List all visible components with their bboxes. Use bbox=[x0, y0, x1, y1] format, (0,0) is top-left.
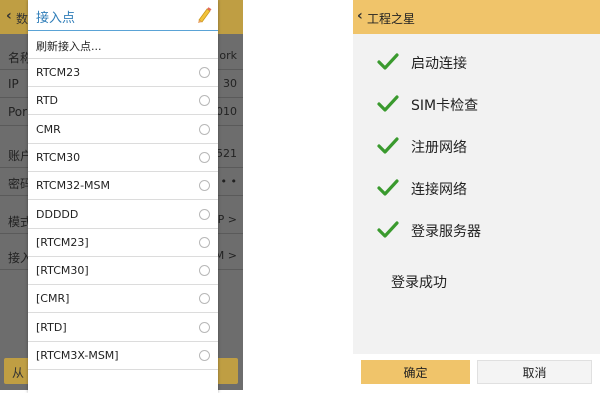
refresh-access-points-item[interactable]: 刷新接入点... bbox=[28, 31, 218, 59]
row-value: 521 bbox=[216, 147, 237, 160]
radio-button-icon[interactable] bbox=[199, 350, 210, 361]
back-chevron-icon[interactable]: ‹ bbox=[357, 8, 363, 24]
radio-button-icon[interactable] bbox=[199, 236, 210, 248]
access-point-option[interactable]: RTD bbox=[28, 87, 218, 116]
option-label: RTD bbox=[36, 94, 59, 108]
radio-button-icon[interactable] bbox=[199, 265, 210, 277]
access-point-option[interactable]: RTCM32-MSM bbox=[28, 172, 218, 201]
option-label: [RTCM30] bbox=[36, 264, 89, 278]
step-label: 连接网络 bbox=[411, 182, 467, 198]
radio-button-icon[interactable] bbox=[199, 208, 210, 220]
radio-button-icon[interactable] bbox=[199, 151, 210, 163]
radio-button-icon[interactable] bbox=[199, 95, 210, 107]
row-value: ork bbox=[219, 49, 237, 62]
option-label: [CMR] bbox=[36, 292, 70, 306]
row-value: 30 bbox=[223, 77, 237, 90]
connection-step: 启动连接 bbox=[353, 48, 600, 78]
row-value: • • bbox=[220, 175, 237, 188]
dialog-footer: 确定 取消 bbox=[353, 354, 600, 393]
option-label: [RTCM23] bbox=[36, 235, 89, 249]
step-label: 登录服务器 bbox=[411, 224, 481, 240]
access-point-option[interactable]: [RTD] bbox=[28, 314, 218, 342]
step-label: 启动连接 bbox=[411, 56, 467, 72]
checkmark-icon bbox=[377, 95, 399, 112]
app-title: 工程之星 bbox=[367, 12, 416, 26]
app-header: ‹ 工程之星 bbox=[353, 0, 600, 34]
option-label: RTCM30 bbox=[36, 150, 81, 164]
row-label: IP bbox=[8, 77, 19, 91]
option-label: DDDDD bbox=[36, 207, 79, 221]
access-point-option[interactable]: RTCM23 bbox=[28, 59, 218, 87]
access-point-option[interactable]: CMR bbox=[28, 116, 218, 144]
access-point-option[interactable]: [RTCM23] bbox=[28, 229, 218, 257]
access-point-option[interactable]: [RTCM30] bbox=[28, 257, 218, 286]
radio-button-icon[interactable] bbox=[199, 67, 210, 78]
option-label: CMR bbox=[36, 122, 61, 136]
radio-button-icon[interactable] bbox=[199, 293, 210, 305]
connection-step: 连接网络 bbox=[353, 174, 600, 204]
option-label: RTCM32-MSM bbox=[36, 179, 111, 193]
radio-button-icon[interactable] bbox=[199, 321, 210, 333]
row-label: Por bbox=[8, 105, 28, 119]
checkmark-icon bbox=[377, 53, 399, 70]
background-button-label: 从 bbox=[12, 366, 25, 380]
access-point-option[interactable]: [CMR] bbox=[28, 285, 218, 314]
checkmark-icon bbox=[377, 137, 399, 154]
access-point-option[interactable]: [RTCM3X-MSM] bbox=[28, 342, 218, 370]
right-phone-screen: ‹ 工程之星 启动连接 SIM卡检查 注册网络连接网络登录服务器 登录成功 确定 取… bbox=[353, 0, 600, 393]
access-point-option[interactable]: RTCM30 bbox=[28, 144, 218, 172]
option-label: [RTD] bbox=[36, 320, 67, 334]
dialog-header: 接入点 bbox=[28, 0, 218, 30]
access-point-option[interactable]: DDDDD bbox=[28, 201, 218, 229]
pencil-icon[interactable] bbox=[196, 6, 212, 24]
refresh-label: 刷新接入点... bbox=[36, 40, 102, 53]
confirm-button[interactable]: 确定 bbox=[361, 360, 470, 384]
row-value: 010 bbox=[216, 105, 237, 118]
checkmark-icon bbox=[377, 221, 399, 238]
cancel-button[interactable]: 取消 bbox=[477, 360, 592, 384]
back-chevron-icon: ‹ bbox=[6, 8, 12, 24]
step-label: SIM卡检查 bbox=[411, 98, 479, 114]
step-label: 注册网络 bbox=[411, 140, 467, 156]
radio-button-icon[interactable] bbox=[199, 180, 210, 192]
connection-steps-panel: 启动连接 SIM卡检查 注册网络连接网络登录服务器 登录成功 bbox=[353, 34, 600, 354]
access-point-dialog: 接入点 刷新接入点... RTCM23 RTD CMR RTCM30 RTCM32-MS… bbox=[28, 0, 218, 393]
connection-step: SIM卡检查 bbox=[353, 90, 600, 120]
option-label: [RTCM3X-MSM] bbox=[36, 349, 119, 362]
checkmark-icon bbox=[377, 179, 399, 196]
login-result-text: 登录成功 bbox=[391, 275, 447, 291]
option-label: RTCM23 bbox=[36, 66, 81, 79]
radio-button-icon[interactable] bbox=[199, 123, 210, 135]
dialog-title: 接入点 bbox=[36, 11, 76, 26]
connection-step: 登录服务器 bbox=[353, 216, 600, 246]
connection-step: 注册网络 bbox=[353, 132, 600, 162]
background-title: 数 bbox=[16, 12, 29, 26]
row-value: M > bbox=[214, 249, 237, 262]
